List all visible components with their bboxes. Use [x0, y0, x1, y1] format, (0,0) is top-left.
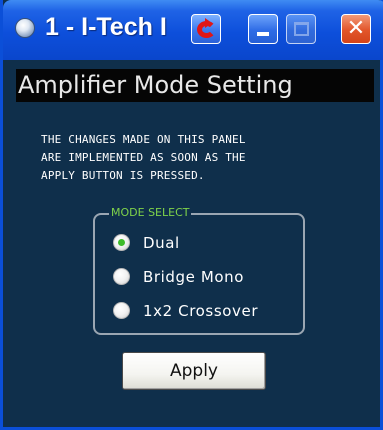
mode-select-group: MODE SELECT Dual Bridge Mono 1x2 Crossov… [93, 206, 305, 335]
close-button[interactable]: ✕ [341, 14, 371, 44]
notice-line: ARE IMPLEMENTED AS SOON AS THE [41, 151, 246, 164]
title-bar[interactable]: 1 - I-Tech I ✕ [3, 0, 383, 60]
recycle-button[interactable] [191, 14, 221, 44]
apply-button[interactable]: Apply [122, 352, 266, 390]
maximize-icon [294, 22, 309, 36]
notice-text: THE CHANGES MADE ON THIS PANEL ARE IMPLE… [41, 131, 361, 185]
app-icon[interactable] [15, 18, 35, 38]
minimize-button[interactable] [248, 14, 278, 44]
radio-label-bridge-mono: Bridge Mono [143, 268, 245, 286]
radio-button-checked[interactable] [113, 234, 130, 251]
notice-line: THE CHANGES MADE ON THIS PANEL [41, 133, 246, 146]
panel-heading: Amplifier Mode Setting [18, 71, 293, 99]
notice-line: APPLY BUTTON IS PRESSED. [41, 169, 205, 182]
app-window: 1 - I-Tech I ✕ Amplifier Mode Setting TH… [0, 0, 383, 430]
close-icon: ✕ [346, 16, 366, 41]
radio-bridge-mono[interactable]: Bridge Mono [113, 265, 303, 289]
panel-heading-bar: Amplifier Mode Setting [16, 69, 374, 102]
radio-dual[interactable]: Dual [113, 231, 303, 255]
window-title: 1 - I-Tech I [45, 13, 167, 41]
radio-crossover[interactable]: 1x2 Crossover [113, 299, 303, 323]
mode-select-label: MODE SELECT [109, 206, 192, 220]
radio-button[interactable] [113, 268, 130, 285]
minimize-icon [257, 32, 269, 36]
radio-label-dual: Dual [143, 234, 180, 252]
radio-button[interactable] [113, 302, 130, 319]
radio-label-crossover: 1x2 Crossover [143, 302, 259, 320]
maximize-button[interactable] [286, 14, 316, 44]
